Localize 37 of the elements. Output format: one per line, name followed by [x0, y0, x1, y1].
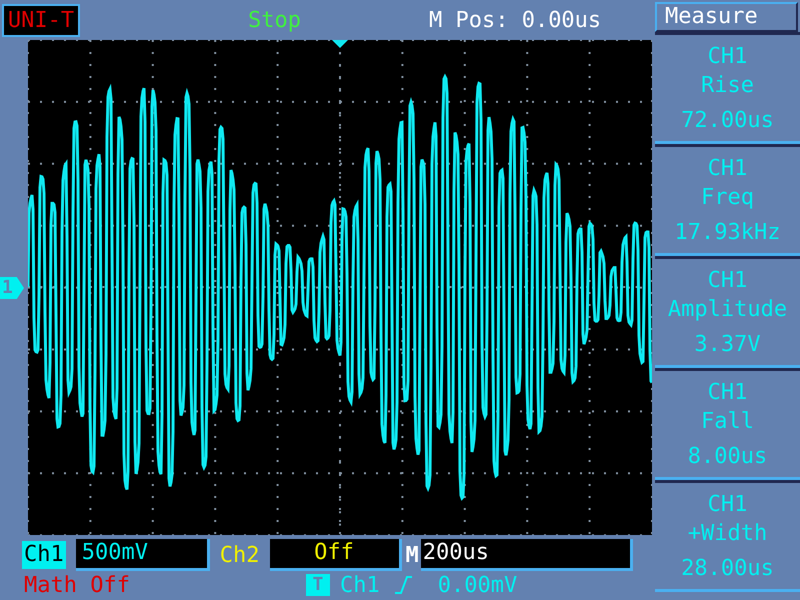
horizontal-position: M Pos: 0.00us	[428, 6, 602, 34]
math-status: Math Off	[24, 572, 130, 600]
measurement-item[interactable]: CH1 Rise 72.00us	[655, 32, 800, 144]
timebase-value: 200us	[420, 539, 633, 571]
channel-scale: Off	[270, 539, 402, 571]
measurement-item[interactable]: CH1 Amplitude 3.37V	[655, 256, 800, 368]
timebase-label: M	[406, 542, 419, 570]
measurement-channel: CH1	[708, 154, 748, 182]
measurement-name: Freq	[701, 184, 754, 212]
measurement-value: 8.00us	[688, 442, 768, 470]
measurement-channel: CH1	[708, 42, 748, 70]
measurement-name: Amplitude	[668, 296, 788, 324]
measurement-value: 72.00us	[681, 106, 774, 134]
measurement-item[interactable]: CH1 +Width 28.00us	[655, 480, 800, 592]
measurement-name: Fall	[701, 408, 754, 436]
measurement-value: 3.37V	[694, 330, 761, 358]
measurement-value: 17.93kHz	[674, 218, 780, 246]
trigger-position-icon	[332, 40, 348, 48]
logo: UNI-T	[2, 4, 80, 36]
trigger-source: Ch1	[340, 572, 380, 600]
measurement-name: Rise	[701, 72, 754, 100]
measurement-channel: CH1	[708, 378, 748, 406]
measurement-value: 28.00us	[681, 554, 774, 582]
channel-marker: 1	[0, 277, 24, 299]
trigger-level: 0.00mV	[438, 572, 518, 600]
measurement-item[interactable]: CH1 Fall 8.00us	[655, 368, 800, 480]
menu-title: Measure	[655, 2, 798, 32]
channel-label[interactable]: Ch2	[220, 538, 260, 572]
trigger-badge: T	[306, 574, 330, 596]
rising-edge-icon	[394, 575, 412, 595]
measurement-channel: CH1	[708, 266, 748, 294]
channel-label[interactable]: Ch1	[22, 541, 66, 569]
channel-scale: 500mV	[76, 539, 210, 571]
run-state: Stop	[248, 6, 301, 34]
measurement-name: +Width	[688, 520, 768, 548]
measurement-item[interactable]: CH1 Freq 17.93kHz	[655, 144, 800, 256]
measurement-channel: CH1	[708, 490, 748, 518]
